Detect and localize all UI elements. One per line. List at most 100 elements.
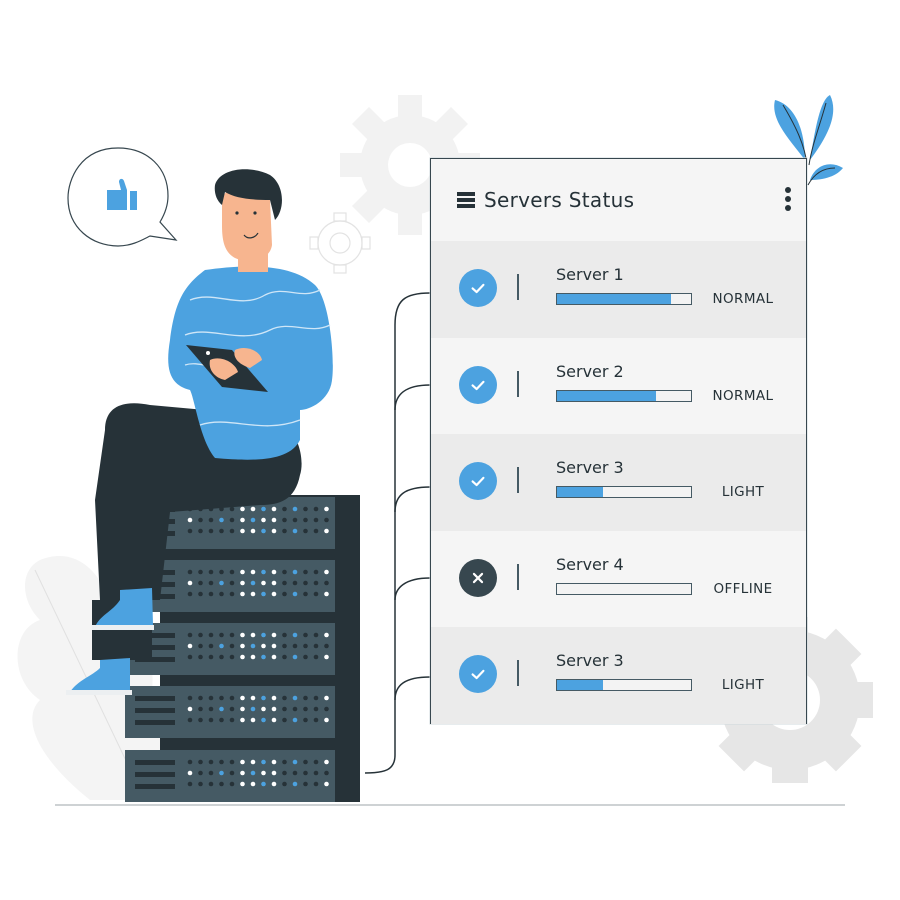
- rack-led: [313, 706, 319, 712]
- rack-led: [271, 717, 277, 723]
- rack-led: [292, 580, 298, 586]
- rack-led: [261, 759, 266, 765]
- rack-led: [219, 528, 224, 534]
- row-divider: [517, 370, 519, 397]
- rack-led: [250, 517, 256, 523]
- server-name: Server 3: [556, 651, 624, 671]
- rack-led: [292, 591, 298, 597]
- rack-led: [229, 654, 235, 660]
- rack-led: [240, 654, 245, 660]
- rack-led: [282, 591, 287, 597]
- rack-led: [240, 695, 245, 701]
- rack-led: [208, 695, 214, 701]
- rack-led: [250, 781, 256, 787]
- server-row[interactable]: Server 3 LIGHT: [431, 434, 806, 531]
- rack-led: [240, 706, 245, 712]
- load-bar: [556, 293, 692, 305]
- rack-led: [229, 528, 235, 534]
- rack-led: [219, 781, 224, 787]
- rack-led: [303, 580, 308, 586]
- rack-led: [292, 759, 298, 765]
- rack-led: [198, 654, 203, 660]
- server-status: LIGHT: [721, 484, 765, 501]
- rack-led: [250, 580, 256, 586]
- rack-led: [282, 632, 287, 638]
- server-row[interactable]: Server 4 OFFLINE: [431, 530, 806, 628]
- rack-led: [313, 717, 319, 723]
- rack-led: [250, 528, 256, 534]
- rack-led: [250, 717, 256, 723]
- server-row[interactable]: Server 1 NORMAL: [431, 241, 806, 338]
- rack-led: [324, 528, 329, 534]
- rack-led: [303, 591, 308, 597]
- server-row[interactable]: Server 3 LIGHT: [431, 627, 806, 724]
- rack-led: [271, 759, 277, 765]
- rack-led: [187, 717, 193, 723]
- rack-led: [187, 632, 193, 638]
- rack-led: [271, 706, 277, 712]
- rack-led: [240, 770, 245, 776]
- rack-led: [313, 517, 319, 523]
- rack-led: [313, 580, 319, 586]
- rack-led: [208, 770, 214, 776]
- load-bar-fill: [557, 487, 603, 498]
- rack-led: [303, 781, 308, 787]
- row-divider: [517, 274, 519, 300]
- rack-led: [303, 632, 308, 638]
- server-row[interactable]: Server 2 NORMAL: [431, 337, 806, 435]
- rack-led: [240, 781, 245, 787]
- rack-led: [240, 591, 245, 597]
- rack-slot: [135, 708, 175, 713]
- row-divider: [517, 563, 519, 590]
- rack-led: [198, 717, 203, 723]
- rack-led: [198, 781, 203, 787]
- rack-led: [303, 717, 308, 723]
- rack-led: [282, 717, 287, 723]
- rack-led: [324, 759, 329, 765]
- rack-led: [208, 759, 214, 765]
- rack-led: [250, 506, 256, 512]
- rack-led: [240, 580, 245, 586]
- rack-led: [313, 695, 319, 701]
- rack-led: [324, 632, 329, 638]
- rack-led: [187, 591, 193, 597]
- rack-led: [198, 591, 203, 597]
- rack-led: [313, 591, 319, 597]
- rack-led: [324, 569, 329, 575]
- rack-led: [282, 654, 287, 660]
- rack-led: [261, 781, 266, 787]
- server-name: Server 2: [556, 361, 624, 381]
- rack-led: [292, 643, 298, 649]
- rack-led: [240, 528, 245, 534]
- rack-led: [282, 781, 287, 787]
- rack-slot: [135, 760, 175, 765]
- row-divider: [517, 660, 519, 687]
- rack-led: [250, 759, 256, 765]
- rack-led: [219, 632, 224, 638]
- rack-led: [229, 643, 235, 649]
- rack-led: [271, 580, 277, 586]
- rack-led: [250, 654, 256, 660]
- rack-led: [292, 770, 298, 776]
- more-vertical-icon[interactable]: [784, 187, 792, 213]
- rack-led: [250, 695, 256, 701]
- rack-led: [324, 643, 329, 649]
- rack-led: [208, 528, 214, 534]
- rack-led: [229, 569, 235, 575]
- load-bar: [556, 486, 692, 499]
- rack-led: [250, 706, 256, 712]
- rack-slot: [135, 772, 175, 777]
- rack-led: [261, 528, 266, 534]
- rack-led: [229, 517, 235, 523]
- rack-led: [282, 580, 287, 586]
- rack-led: [282, 706, 287, 712]
- rack-led: [292, 654, 298, 660]
- server-name: Server 3: [556, 458, 624, 478]
- rack-led: [271, 695, 277, 701]
- rack-led: [303, 517, 308, 523]
- rack-led: [292, 706, 298, 712]
- rack-led: [198, 517, 203, 523]
- gear-icon-small-outline: [309, 212, 371, 274]
- rack-led: [313, 569, 319, 575]
- rack-led: [250, 632, 256, 638]
